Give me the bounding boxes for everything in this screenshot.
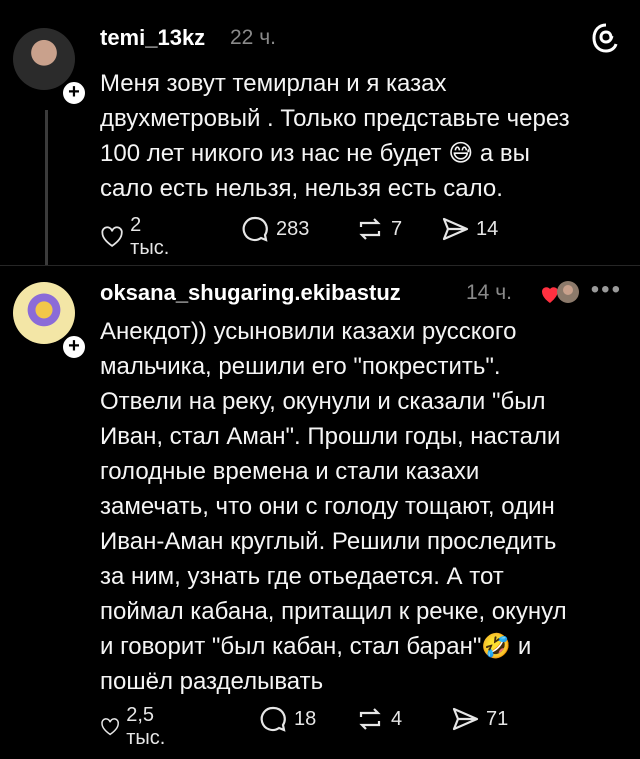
share-button[interactable]: 71 — [450, 704, 508, 734]
like-button[interactable]: 2,5 тыс. — [100, 704, 175, 750]
more-icon[interactable]: ••• — [591, 276, 622, 304]
like-count: 2,5 тыс. — [126, 704, 166, 749]
comment-icon — [260, 706, 286, 732]
post-text-part: Анекдот)) усыновили казахи русского маль… — [100, 318, 567, 660]
send-icon — [452, 707, 479, 731]
emoji-rofl: 🤣 — [481, 633, 512, 660]
repost-count: 4 — [391, 707, 403, 730]
post-text: Анекдот)) усыновили казахи русского маль… — [100, 314, 620, 699]
comment-button[interactable]: 18 — [258, 704, 316, 734]
username[interactable]: oksana_shugaring.ekibastuz — [100, 280, 401, 306]
heart-icon — [101, 718, 119, 736]
thread-post[interactable]: + oksana_shugaring.ekibastuz 14 ч. ••• А… — [0, 0, 640, 759]
share-count: 71 — [486, 707, 509, 730]
timestamp: 14 ч. — [466, 281, 512, 304]
comment-count: 18 — [294, 707, 317, 730]
repost-icon — [359, 708, 381, 730]
repost-button[interactable]: 4 — [355, 704, 402, 734]
liked-by-author-indicator — [540, 279, 580, 309]
heart-icon — [542, 281, 579, 303]
follow-plus-button[interactable]: + — [60, 333, 88, 361]
